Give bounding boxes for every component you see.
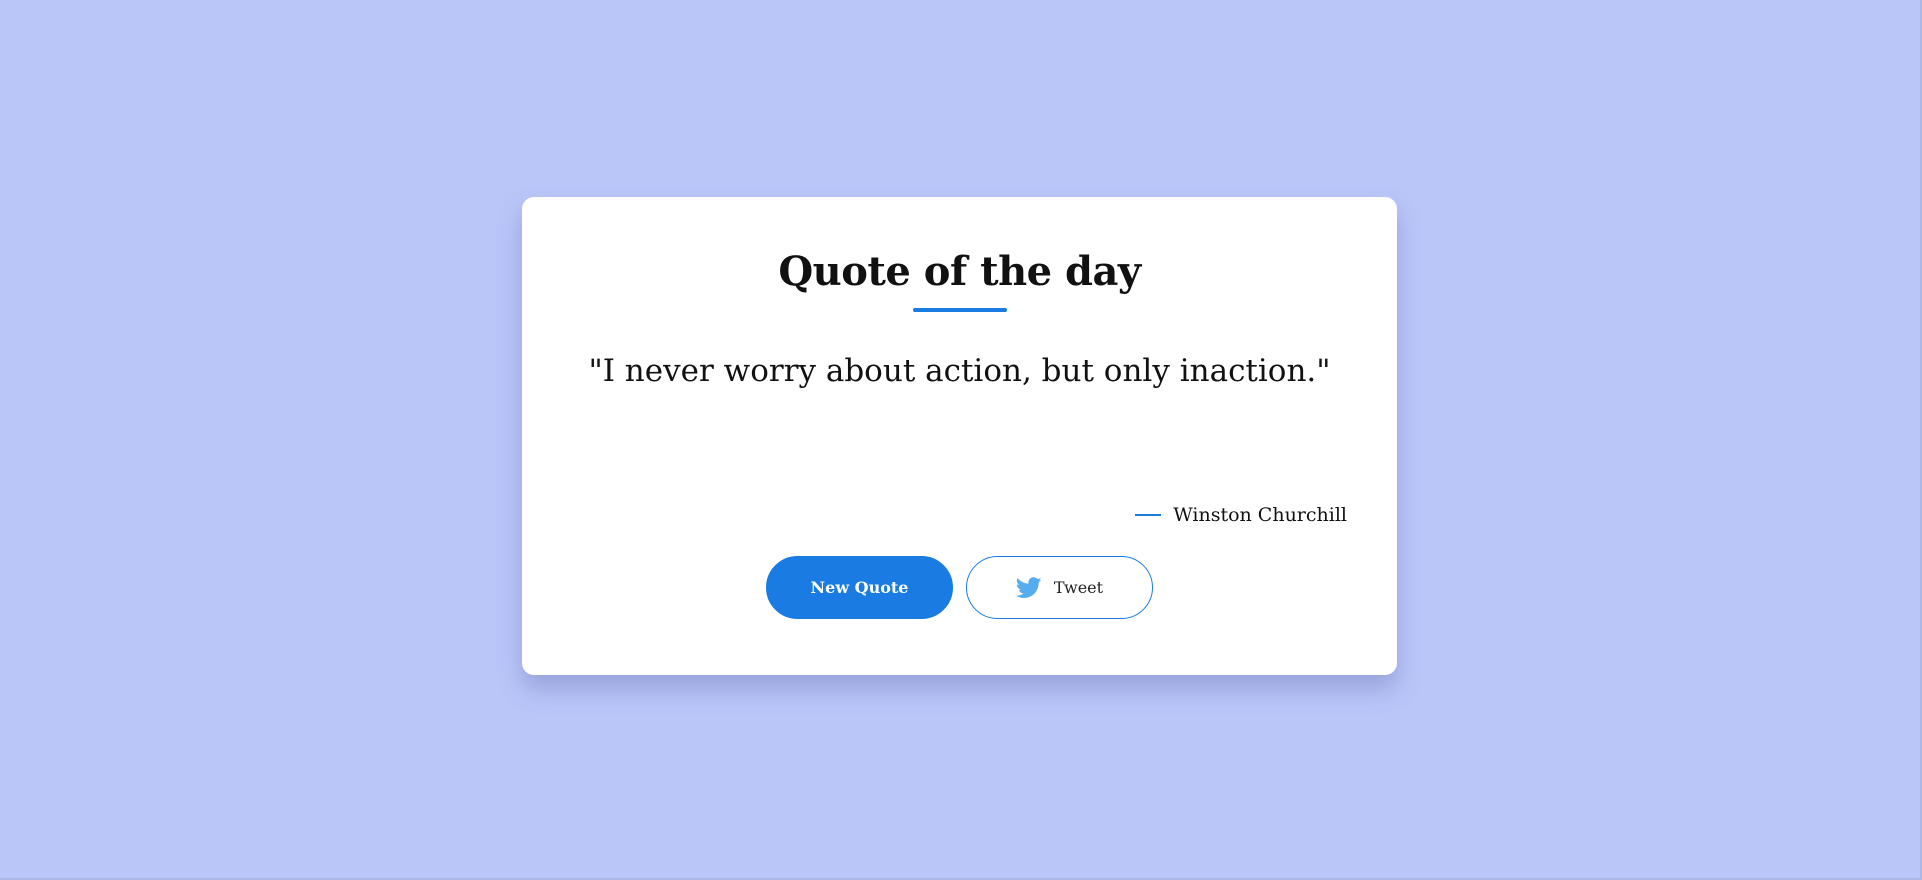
quote-card: Quote of the day "I never worry about ac… [522,197,1397,675]
page-title: Quote of the day [778,248,1141,295]
twitter-bird-icon [1015,576,1042,599]
quote-author: Winston Churchill [1173,504,1347,526]
author-row: Winston Churchill [1135,502,1347,528]
button-group: New Quote Tweet [522,556,1397,619]
new-quote-label: New Quote [810,578,909,597]
tweet-label: Tweet [1053,578,1104,597]
quote-text: "I never worry about action, but only in… [588,353,1331,389]
title-underline [913,308,1007,312]
new-quote-button[interactable]: New Quote [766,556,953,619]
tweet-button[interactable]: Tweet [966,556,1153,619]
author-dash [1135,514,1162,516]
